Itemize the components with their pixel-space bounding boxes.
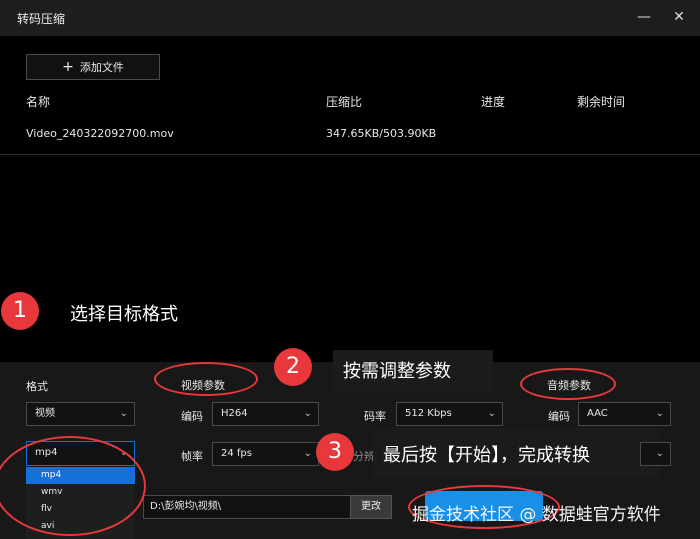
plus-icon: + <box>62 59 74 75</box>
file-name-cell[interactable]: Video_240322092700.mov <box>26 127 174 140</box>
chevron-down-icon: ⌄ <box>487 408 496 419</box>
chevron-down-icon: ⌄ <box>303 408 312 419</box>
column-header-name[interactable]: 名称 <box>26 93 50 110</box>
window-title: 转码压缩 <box>17 12 66 26</box>
bitrate-label: 码率 <box>364 410 386 423</box>
format-type-value: 视频 <box>35 408 55 419</box>
change-path-button[interactable]: 更改 <box>350 495 392 519</box>
chevron-down-icon: ⌄ <box>655 448 664 459</box>
video-params-highlight-ellipse <box>154 362 258 396</box>
step-3-text: 最后按【开始】，完成转换 <box>383 445 590 466</box>
format-highlight-ellipse <box>0 436 146 536</box>
format-label: 格式 <box>26 380 48 393</box>
watermark: 掘金技术社区 @ 数据蛙官方软件 <box>412 505 661 525</box>
audio-codec-select[interactable]: AAC ⌄ <box>578 402 671 426</box>
ratio-cell: 347.65KB/503.90KB <box>326 127 437 140</box>
bitrate-value: 512 Kbps <box>405 408 452 419</box>
add-file-button[interactable]: + 添加文件 <box>26 54 160 80</box>
step-1-badge: 1 <box>1 292 39 330</box>
video-codec-select[interactable]: H264 ⌄ <box>212 402 319 426</box>
bitrate-select[interactable]: 512 Kbps ⌄ <box>396 402 503 426</box>
column-header-ratio[interactable]: 压缩比 <box>326 93 362 110</box>
output-path-field[interactable]: D:\彭婉均\视频\ <box>143 495 351 519</box>
framerate-value: 24 fps <box>221 448 252 459</box>
column-header-progress[interactable]: 进度 <box>481 93 505 110</box>
framerate-select[interactable]: 24 fps ⌄ <box>212 442 319 466</box>
close-icon[interactable]: ✕ <box>668 6 690 28</box>
chevron-down-icon: ⌄ <box>119 408 128 419</box>
step-1-text: 选择目标格式 <box>70 304 178 325</box>
step-2-badge: 2 <box>274 348 312 386</box>
audio-codec-label: 编码 <box>548 410 570 423</box>
audio-codec-value: AAC <box>587 408 608 419</box>
minimize-icon[interactable]: — <box>633 6 655 28</box>
add-file-label: 添加文件 <box>79 61 124 74</box>
resolution-label: 分辨 <box>353 450 375 463</box>
video-codec-label: 编码 <box>181 410 203 423</box>
title-bar <box>0 0 700 36</box>
format-type-select[interactable]: 视频 ⌄ <box>26 402 135 426</box>
video-codec-value: H264 <box>221 408 248 419</box>
step-3-badge: 3 <box>316 433 354 471</box>
framerate-label: 帧率 <box>181 450 203 463</box>
chevron-down-icon: ⌄ <box>303 448 312 459</box>
resolution-select[interactable]: ⌄ <box>640 442 671 466</box>
step-2-text: 按需调整参数 <box>343 361 451 382</box>
column-header-remaining[interactable]: 剩余时间 <box>577 93 625 110</box>
audio-params-highlight-ellipse <box>520 368 616 400</box>
chevron-down-icon: ⌄ <box>655 408 664 419</box>
row-divider <box>0 154 700 155</box>
